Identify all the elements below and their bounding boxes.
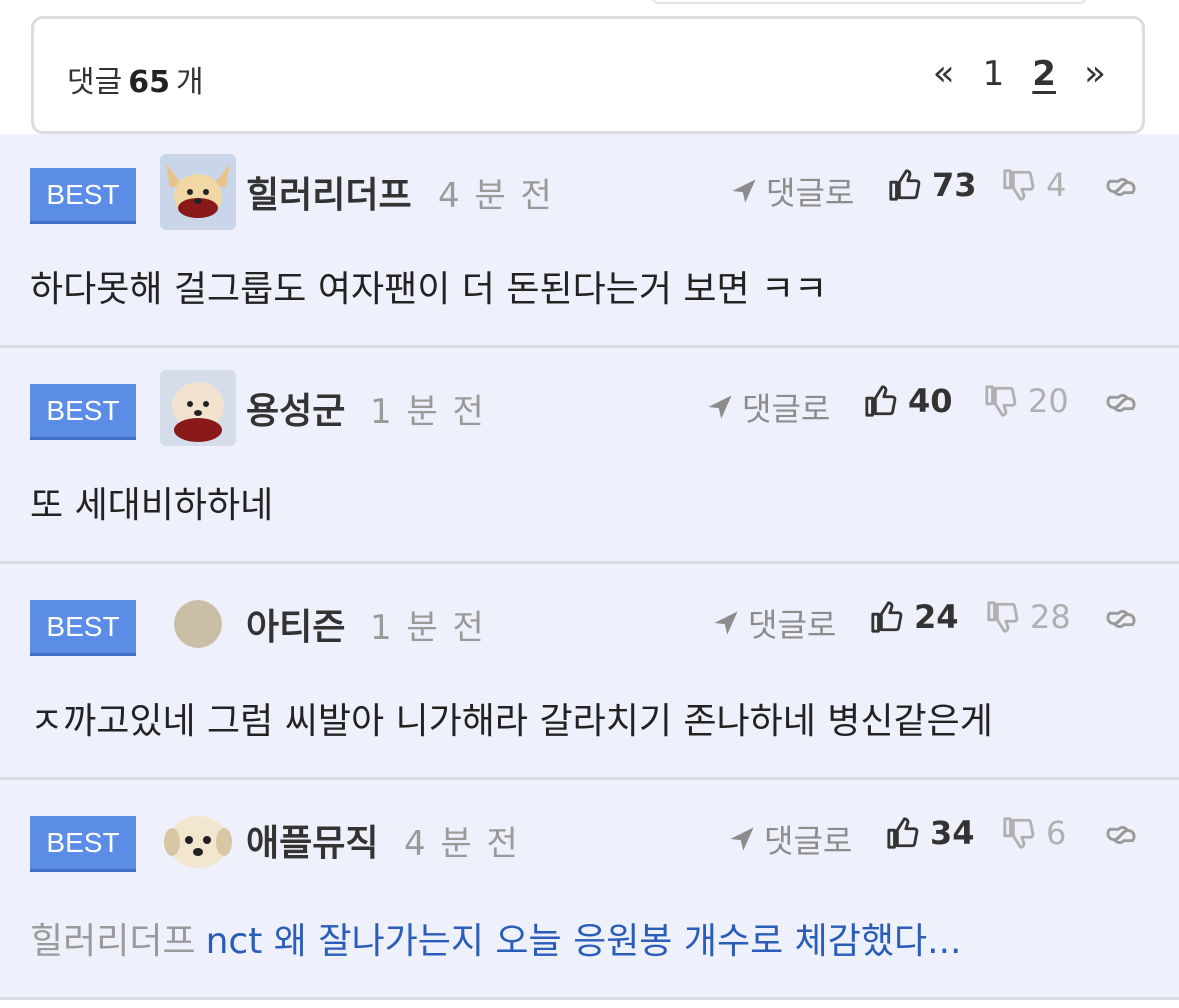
dog-avatar-icon[interactable] xyxy=(160,802,236,878)
comment-item: BEST 아티즌 1 분 전 댓글로 24 28 ㅈ까고있네 그럼 씨발아 니가… xyxy=(0,566,1179,780)
comment-item: BEST 애플뮤직 4 분 전 댓글로 34 6 힐러리더프 nct 왜 잘나가는… xyxy=(0,782,1179,1000)
comment-item: BEST 힐러리더프 4 분 전 댓글로 73 4 하다못해 걸그룹도 여자팬이… xyxy=(0,134,1179,348)
reply-button[interactable]: 댓글로 xyxy=(712,600,836,646)
like-button[interactable]: 40 xyxy=(864,382,953,420)
best-badge: BEST xyxy=(30,600,136,656)
prev-page-button[interactable]: « xyxy=(933,53,955,94)
thumbs-up-icon xyxy=(889,169,921,201)
reply-arrow-icon xyxy=(730,827,754,851)
dog-avatar-icon[interactable] xyxy=(160,154,236,230)
comment-count: 댓글 65 개 xyxy=(67,65,204,100)
pagination: « 1 2 » xyxy=(933,53,1106,94)
thumbs-down-icon xyxy=(985,385,1017,417)
reply-arrow-icon xyxy=(708,395,732,419)
comment-username[interactable]: 애플뮤직 xyxy=(246,814,378,866)
comment-body: ㅈ까고있네 그럼 씨발아 니가해라 갈라치기 존나하네 병신같은게 xyxy=(30,701,993,742)
best-badge: BEST xyxy=(30,384,136,440)
best-badge: BEST xyxy=(30,168,136,224)
page-1-link[interactable]: 1 xyxy=(983,54,1005,94)
like-button[interactable]: 24 xyxy=(870,598,959,636)
reply-arrow-icon xyxy=(732,179,756,203)
reply-button[interactable]: 댓글로 xyxy=(730,168,854,214)
comment-username[interactable]: 힐러리더프 xyxy=(246,166,412,218)
best-badge: BEST xyxy=(30,816,136,872)
thumbs-up-icon xyxy=(865,385,897,417)
comment-time: 4 분 전 xyxy=(438,176,554,216)
thumbs-down-icon xyxy=(987,601,1019,633)
thumbs-down-icon xyxy=(1003,169,1035,201)
dislike-button[interactable]: 20 xyxy=(984,382,1069,420)
comment-username[interactable]: 아티즌 xyxy=(246,598,345,650)
link-icon[interactable] xyxy=(1104,602,1138,636)
comment-time: 1 분 전 xyxy=(370,608,486,648)
dislike-button[interactable]: 6 xyxy=(1002,814,1066,852)
like-button[interactable]: 34 xyxy=(886,814,975,852)
mention-username[interactable]: 힐러리더프 xyxy=(30,921,196,962)
comment-body[interactable]: 힐러리더프 nct 왜 잘나가는지 오늘 응원봉 개수로 체감했다... xyxy=(30,912,962,964)
next-page-button[interactable]: » xyxy=(1084,53,1106,94)
thumbs-down-icon xyxy=(1003,817,1035,849)
page-2-current[interactable]: 2 xyxy=(1032,54,1056,94)
reply-button[interactable]: 댓글로 xyxy=(706,384,830,430)
comment-count-bar: 댓글 65 개 « 1 2 » xyxy=(31,16,1145,134)
like-button[interactable]: 73 xyxy=(888,166,977,204)
dog-avatar-icon[interactable] xyxy=(160,370,236,446)
reply-arrow-icon xyxy=(714,611,738,635)
default-avatar-icon[interactable] xyxy=(174,600,222,648)
dislike-button[interactable]: 4 xyxy=(1002,166,1066,204)
comment-body: 또 세대비하하네 xyxy=(30,485,274,526)
best-comments-list: BEST 힐러리더프 4 분 전 댓글로 73 4 하다못해 걸그룹도 여자팬이… xyxy=(0,134,1179,1000)
link-icon[interactable] xyxy=(1104,818,1138,852)
reply-button[interactable]: 댓글로 xyxy=(728,816,852,862)
comment-username[interactable]: 용성군 xyxy=(246,382,345,434)
dislike-button[interactable]: 28 xyxy=(986,598,1071,636)
comment-time: 1 분 전 xyxy=(370,392,486,432)
link-icon[interactable] xyxy=(1104,386,1138,420)
thumbs-up-icon xyxy=(871,601,903,633)
link-icon[interactable] xyxy=(1104,170,1138,204)
thumbs-up-icon xyxy=(887,817,919,849)
comment-item: BEST 용성군 1 분 전 댓글로 40 20 또 세대비하하네 xyxy=(0,350,1179,564)
comment-body: 하다못해 걸그룹도 여자팬이 더 돈된다는거 보면 ㅋㅋ xyxy=(30,269,828,310)
top-card-edge xyxy=(652,0,1086,4)
comment-body-link[interactable]: nct 왜 잘나가는지 오늘 응원봉 개수로 체감했다... xyxy=(206,921,962,962)
comment-time: 4 분 전 xyxy=(404,824,520,864)
